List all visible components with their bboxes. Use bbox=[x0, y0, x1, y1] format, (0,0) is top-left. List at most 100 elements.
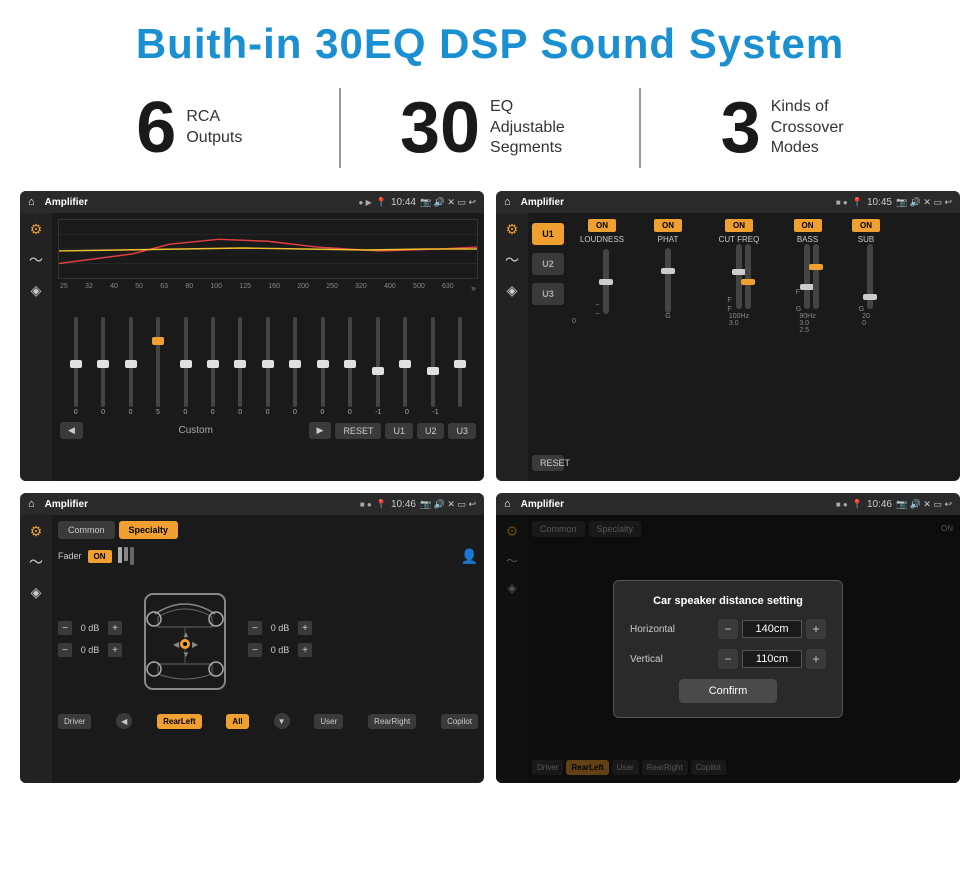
db-plus-left-top[interactable]: + bbox=[108, 621, 122, 635]
db-value-right-bottom: 0 dB bbox=[265, 645, 295, 655]
specialty-tab[interactable]: Specialty bbox=[119, 521, 179, 539]
cutfreq-on-btn[interactable]: ON bbox=[725, 219, 753, 232]
u3-btn[interactable]: U3 bbox=[532, 283, 564, 305]
crossover-dots: ■ ● bbox=[836, 198, 848, 207]
eq-slider-5 bbox=[206, 317, 220, 407]
driver-btn[interactable]: Driver bbox=[58, 714, 91, 729]
page-title: Buith-in 30EQ DSP Sound System bbox=[0, 0, 980, 78]
down-arrow-btn[interactable]: ▼ bbox=[274, 713, 290, 729]
phat-on-btn[interactable]: ON bbox=[654, 219, 682, 232]
home-icon[interactable]: ⌂ bbox=[28, 196, 35, 208]
u-buttons: U1 U2 U3 RESET bbox=[528, 213, 568, 481]
crossover-icon-2[interactable]: 〜 bbox=[505, 250, 519, 270]
rear-left-btn[interactable]: RearLeft bbox=[157, 714, 201, 729]
crossover-reset-btn[interactable]: RESET bbox=[532, 455, 564, 471]
common-tab[interactable]: Common bbox=[58, 521, 115, 539]
copilot-btn[interactable]: Copilot bbox=[441, 714, 478, 729]
horizontal-value: 140cm bbox=[742, 620, 802, 638]
stat-divider-2 bbox=[639, 88, 641, 168]
eq-location-icon: 📍 bbox=[376, 197, 387, 208]
eq-status-bar: ⌂ Amplifier ● ▶ 📍 10:44 📷 🔊 ✕ ▭ ↩ bbox=[20, 191, 484, 213]
confirm-button[interactable]: Confirm bbox=[679, 679, 778, 703]
db-row-left-top: − 0 dB + bbox=[58, 621, 122, 635]
crossover-main: U1 U2 U3 RESET ON LOUDNESS bbox=[528, 213, 960, 481]
crossover-controls: ON LOUDNESS ~ ~ bbox=[568, 213, 960, 481]
bass-on-btn[interactable]: ON bbox=[794, 219, 822, 232]
stat-eq: 30 EQ Adjustable Segments bbox=[361, 92, 620, 164]
db-minus-left-top[interactable]: − bbox=[58, 621, 72, 635]
speaker-icon-1[interactable]: ⚙ bbox=[30, 523, 43, 540]
horizontal-minus-btn[interactable]: − bbox=[718, 619, 738, 639]
eq-u1-btn[interactable]: U1 bbox=[385, 423, 413, 439]
eq-prev-btn[interactable]: ◀ bbox=[60, 422, 83, 439]
speaker-icon-3[interactable]: ◈ bbox=[31, 584, 42, 601]
eq-u3-btn[interactable]: U3 bbox=[448, 423, 476, 439]
speaker-main: Common Specialty Fader ON 👤 bbox=[52, 515, 484, 783]
fader-on-btn[interactable]: ON bbox=[88, 550, 112, 563]
distance-status-icons: 📷 🔊 ✕ ▭ ↩ bbox=[896, 499, 952, 510]
speaker-icon-2[interactable]: 〜 bbox=[29, 552, 43, 572]
crossover-icon-3[interactable]: ◈ bbox=[507, 282, 518, 299]
crossover-home-icon[interactable]: ⌂ bbox=[504, 196, 511, 208]
db-minus-right-bottom[interactable]: − bbox=[248, 643, 262, 657]
eq-icon-1[interactable]: ⚙ bbox=[30, 221, 43, 238]
eq-screen: ⌂ Amplifier ● ▶ 📍 10:44 📷 🔊 ✕ ▭ ↩ ⚙ 〜 ◈ bbox=[20, 191, 484, 481]
left-arrow-btn[interactable]: ◀ bbox=[116, 713, 132, 729]
user-btn[interactable]: User bbox=[314, 714, 343, 729]
horizontal-plus-btn[interactable]: + bbox=[806, 619, 826, 639]
vertical-plus-btn[interactable]: + bbox=[806, 649, 826, 669]
ctrl-sub: ON SUB G 200 bbox=[841, 219, 891, 327]
eq-icon-3[interactable]: ◈ bbox=[31, 282, 42, 299]
loudness-on-btn[interactable]: ON bbox=[588, 219, 616, 232]
stat-divider-1 bbox=[339, 88, 341, 168]
sub-on-btn[interactable]: ON bbox=[852, 219, 880, 232]
speaker-status-bar: ⌂ Amplifier ■ ● 📍 10:46 📷 🔊 ✕ ▭ ↩ bbox=[20, 493, 484, 515]
eq-icon-2[interactable]: 〜 bbox=[29, 250, 43, 270]
speaker-left-icons: ⚙ 〜 ◈ bbox=[20, 515, 52, 783]
db-minus-left-bottom[interactable]: − bbox=[58, 643, 72, 657]
horizontal-value-row: − 140cm + bbox=[718, 619, 826, 639]
u1-btn[interactable]: U1 bbox=[532, 223, 564, 245]
db-plus-right-top[interactable]: + bbox=[298, 621, 312, 635]
speaker-dots: ■ ● bbox=[360, 500, 372, 509]
svg-text:▶: ▶ bbox=[192, 640, 199, 649]
speaker-footer: Driver ◀ RearLeft All ▼ User RearRight C… bbox=[58, 713, 478, 729]
svg-text:◀: ◀ bbox=[173, 640, 180, 649]
all-btn[interactable]: All bbox=[226, 714, 248, 729]
loudness-title: LOUDNESS bbox=[580, 235, 624, 244]
distance-home-icon[interactable]: ⌂ bbox=[504, 498, 511, 510]
vertical-minus-btn[interactable]: − bbox=[718, 649, 738, 669]
db-plus-right-bottom[interactable]: + bbox=[298, 643, 312, 657]
u2-btn[interactable]: U2 bbox=[532, 253, 564, 275]
sub-title: SUB bbox=[858, 235, 874, 244]
eq-slider-4 bbox=[179, 317, 193, 407]
person-icon: 👤 bbox=[461, 548, 478, 564]
eq-slider-3 bbox=[151, 317, 165, 407]
person-icon-wrap: 👤 bbox=[461, 548, 478, 565]
eq-reset-btn[interactable]: RESET bbox=[335, 423, 381, 439]
crossover-left-icons: ⚙ 〜 ◈ bbox=[496, 213, 528, 481]
car-diagram: ◀ ▶ ▲ ▼ bbox=[130, 569, 240, 709]
horizontal-label: Horizontal bbox=[630, 624, 700, 635]
eq-u2-btn[interactable]: U2 bbox=[417, 423, 445, 439]
horizontal-row: Horizontal − 140cm + bbox=[630, 619, 826, 639]
db-plus-left-bottom[interactable]: + bbox=[108, 643, 122, 657]
db-minus-right-top[interactable]: − bbox=[248, 621, 262, 635]
eq-content: ⚙ 〜 ◈ bbox=[20, 213, 484, 481]
eq-slider-11 bbox=[371, 317, 385, 407]
ctrl-bass: ON BASS FG bbox=[780, 219, 835, 334]
svg-text:▼: ▼ bbox=[182, 650, 190, 659]
crossover-location-icon: 📍 bbox=[852, 197, 863, 208]
rear-right-btn[interactable]: RearRight bbox=[368, 714, 416, 729]
eq-next-btn[interactable]: ▶ bbox=[309, 422, 332, 439]
eq-slider-12 bbox=[398, 317, 412, 407]
stat-number-crossover: 3 bbox=[721, 92, 761, 164]
eq-freq-labels: 2532405063 80100125160200 25032040050063… bbox=[58, 283, 478, 293]
distance-time: 10:46 bbox=[867, 499, 892, 510]
speaker-home-icon[interactable]: ⌂ bbox=[28, 498, 35, 510]
stat-number-rca: 6 bbox=[136, 92, 176, 164]
crossover-icon-1[interactable]: ⚙ bbox=[506, 221, 519, 238]
eq-left-icons: ⚙ 〜 ◈ bbox=[20, 213, 52, 481]
speaker-time: 10:46 bbox=[391, 499, 416, 510]
eq-slider-14 bbox=[453, 317, 467, 407]
